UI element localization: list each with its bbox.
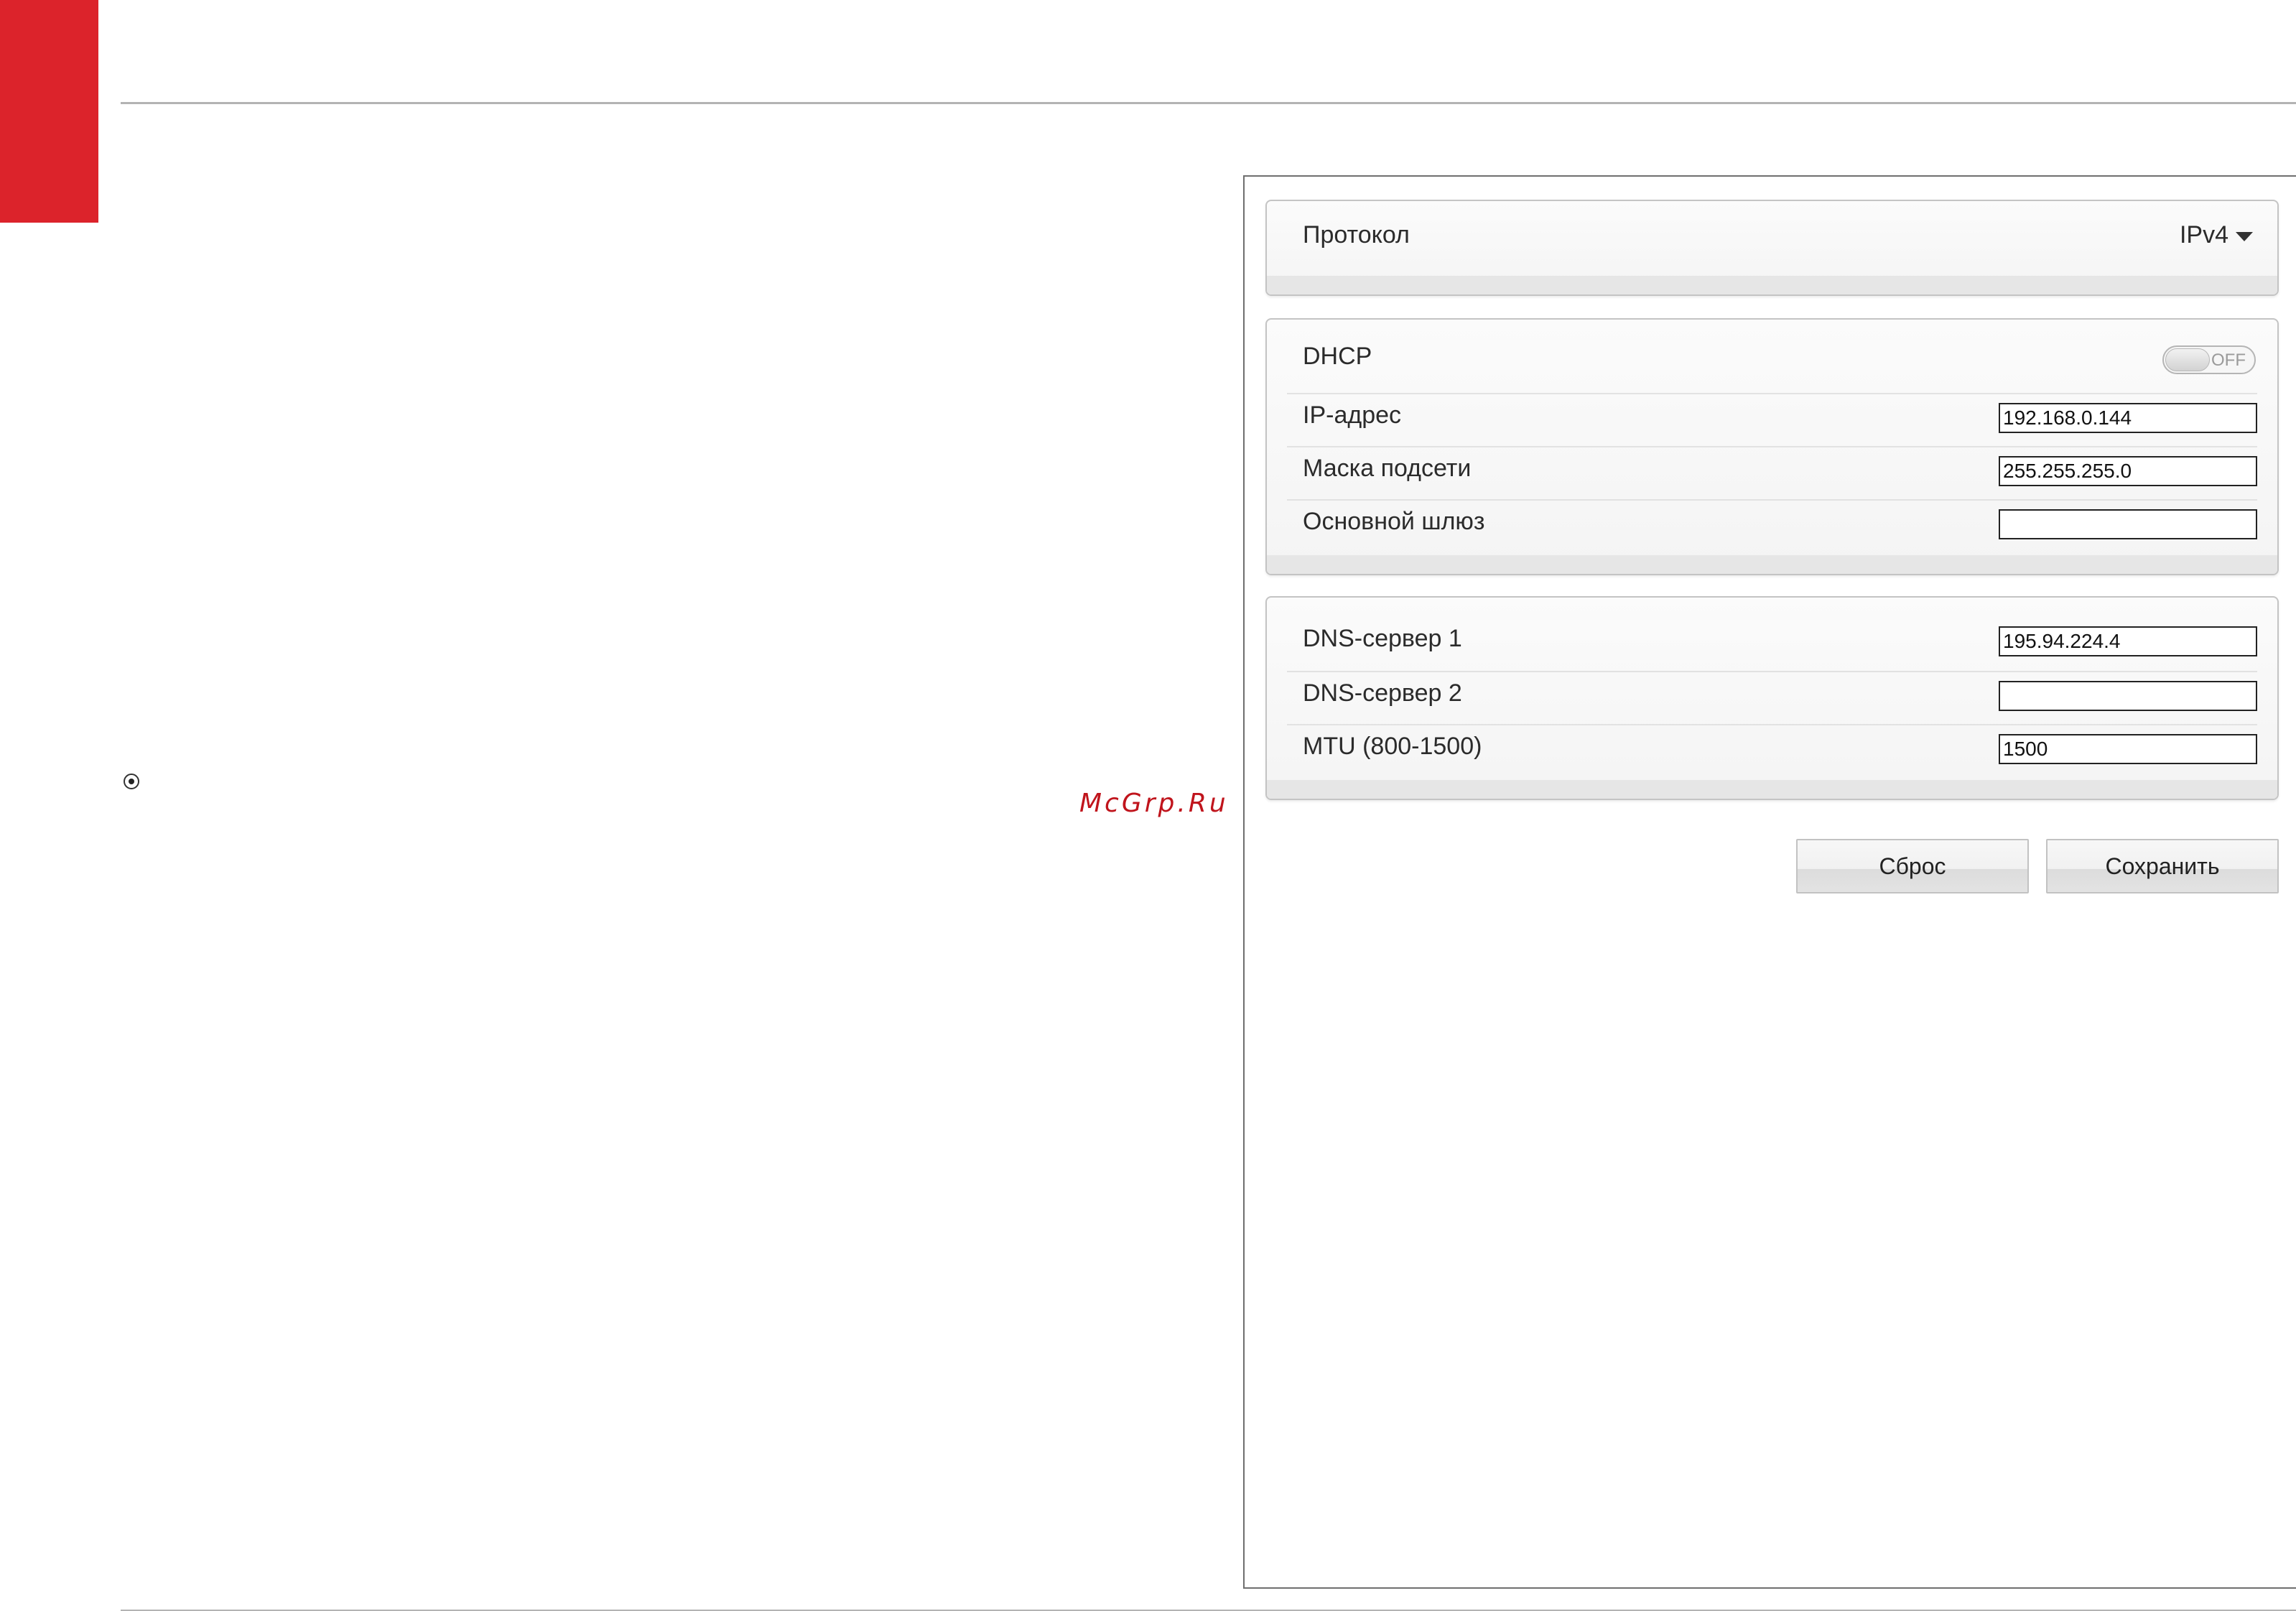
toggle-state: OFF <box>2211 350 2246 370</box>
protocol-row: Протокол IPv4 <box>1287 214 2257 267</box>
chapter-tab <box>0 0 98 223</box>
mtu-label: MTU (800-1500) <box>1303 733 1482 760</box>
panel-footer <box>1267 780 2277 799</box>
gateway-input[interactable] <box>1999 509 2257 539</box>
mtu-row: MTU (800-1500) <box>1287 724 2257 779</box>
subnet-mask-row: Маска подсети <box>1287 446 2257 501</box>
dns2-row: DNS-сервер 2 <box>1287 671 2257 725</box>
ip-address-label: IP-адрес <box>1303 401 1402 429</box>
panel-footer <box>1267 555 2277 574</box>
subnet-mask-input[interactable] <box>1999 456 2257 486</box>
chevron-down-icon <box>2236 232 2253 241</box>
dns2-label: DNS-сервер 2 <box>1303 679 1462 707</box>
gateway-row: Основной шлюз <box>1287 499 2257 554</box>
ip-address-input[interactable] <box>1999 403 2257 433</box>
watermark: McGrp.Ru <box>1079 789 1229 818</box>
bullet-icon <box>124 774 139 789</box>
dhcp-row: DHCP OFF <box>1287 335 2257 389</box>
dns1-input[interactable] <box>1999 626 2257 656</box>
ip-address-row: IP-адрес <box>1287 393 2257 447</box>
protocol-value: IPv4 <box>2179 221 2228 249</box>
gateway-label: Основной шлюз <box>1303 508 1485 535</box>
subnet-mask-label: Маска подсети <box>1303 455 1472 482</box>
dns1-row: DNS-сервер 1 <box>1287 618 2257 671</box>
protocol-select[interactable]: IPv4 <box>2180 221 2253 249</box>
dhcp-toggle[interactable]: OFF <box>2162 345 2256 374</box>
mtu-input[interactable] <box>1999 734 2257 764</box>
reset-button[interactable]: Сброс <box>1796 839 2029 893</box>
dhcp-label: DHCP <box>1303 343 1372 370</box>
save-button[interactable]: Сохранить <box>2046 839 2279 893</box>
dns1-label: DNS-сервер 1 <box>1303 625 1462 652</box>
header-rule <box>121 102 2296 104</box>
dns-settings-panel: DNS-сервер 1 DNS-сервер 2 MTU (800-1500) <box>1265 596 2279 800</box>
protocol-label: Протокол <box>1303 221 1410 249</box>
manual-page: McGrp.Ru Протокол IPv4 DHCP OFF IP-адрес… <box>0 0 2296 1611</box>
protocol-panel: Протокол IPv4 <box>1265 200 2279 296</box>
toggle-knob <box>2165 348 2210 371</box>
panel-footer <box>1267 276 2277 294</box>
ip-settings-panel: DHCP OFF IP-адрес Маска подсети Основной… <box>1265 318 2279 575</box>
dns2-input[interactable] <box>1999 681 2257 711</box>
